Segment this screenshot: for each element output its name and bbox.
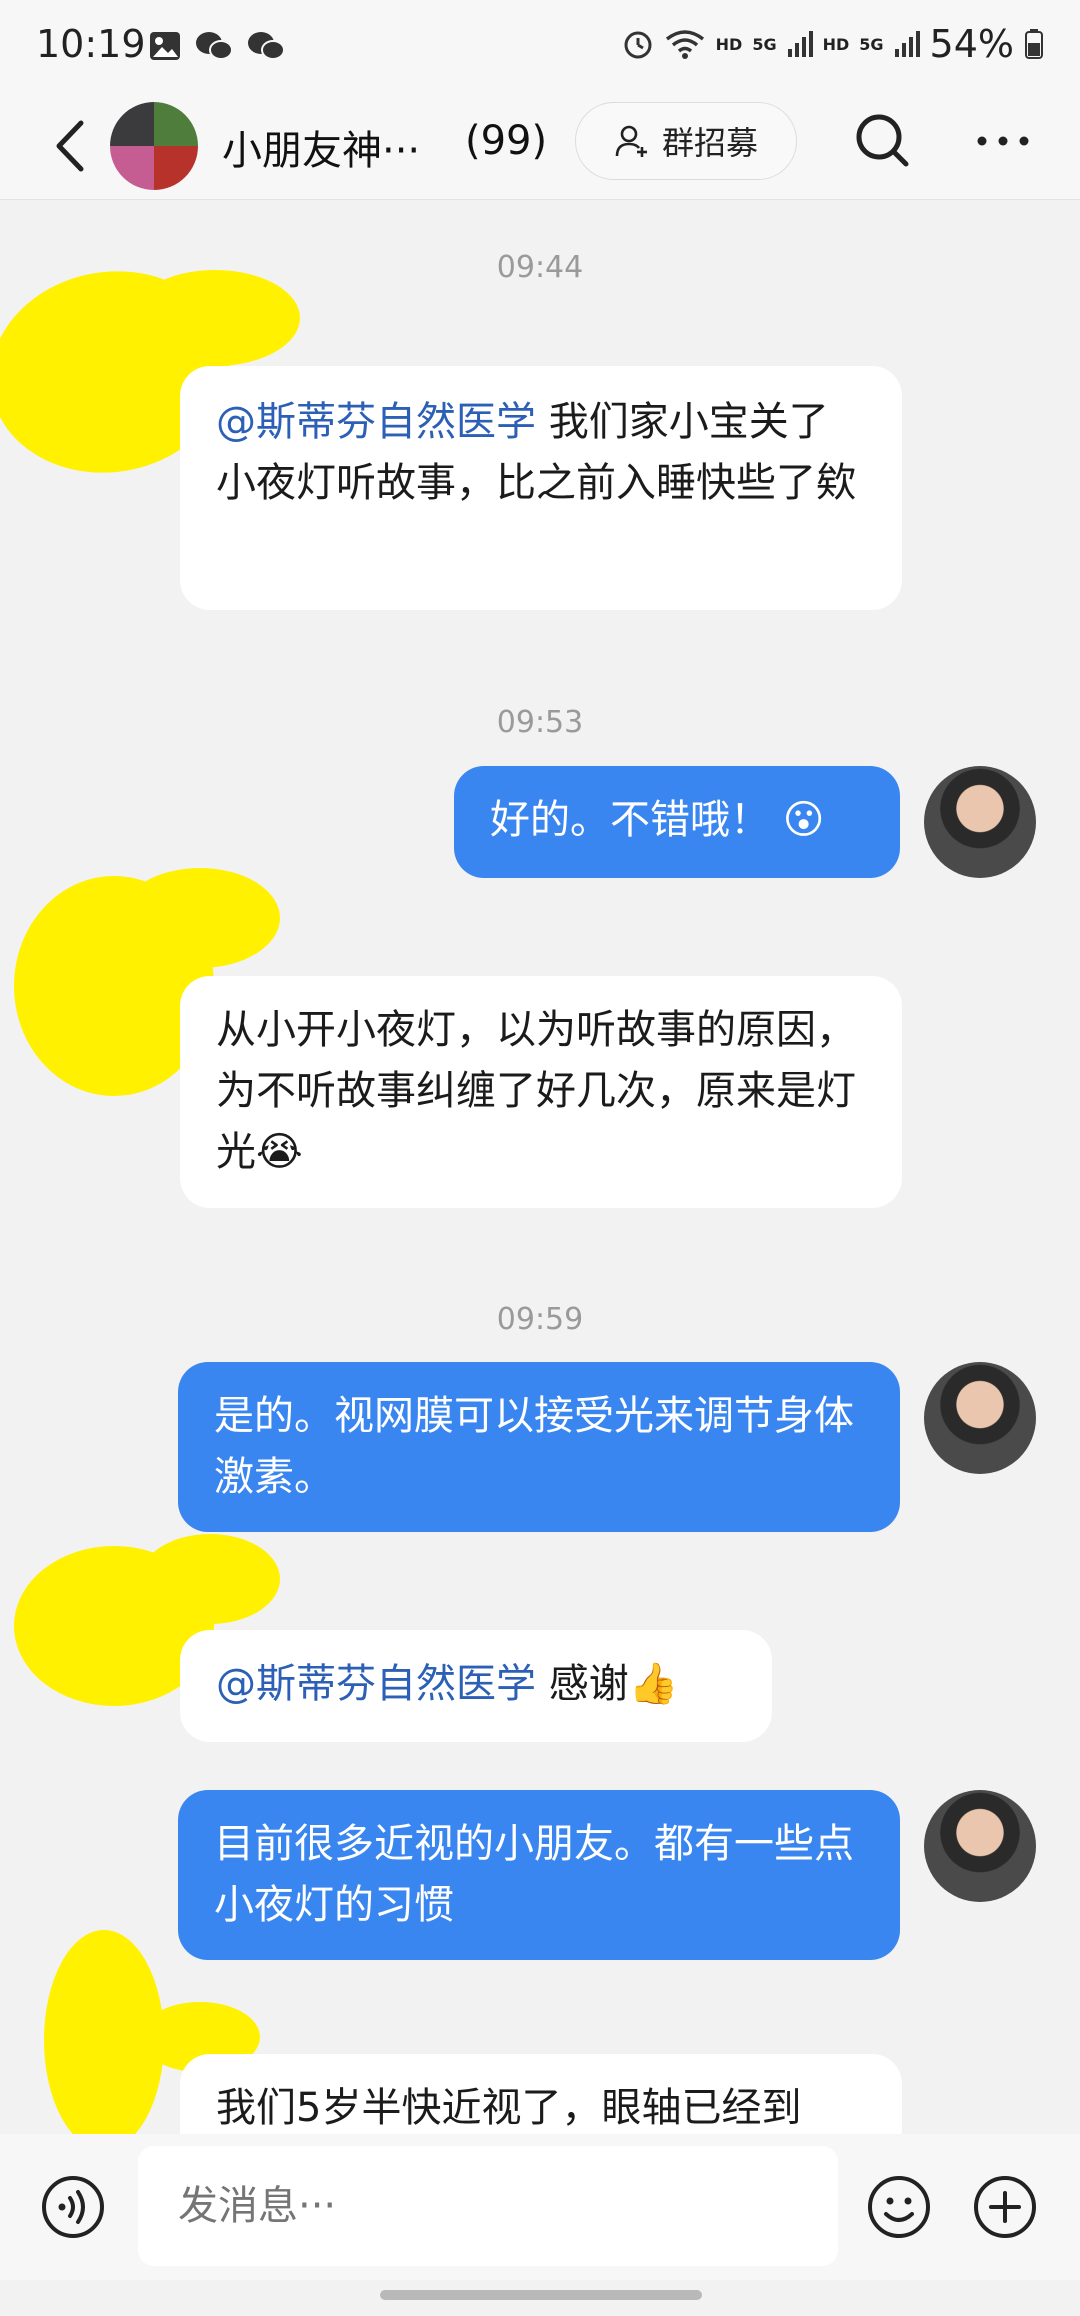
message-text: 从小开小夜灯，以为听故事的原因，为不听故事纠缠了好几次，原来是灯光 [216, 1007, 856, 1175]
gallery-icon [150, 32, 180, 60]
message-input[interactable] [138, 2146, 838, 2266]
outgoing-message-bubble[interactable]: 是的。视网膜可以接受光来调节身体激素。 [178, 1362, 900, 1532]
message-text: 目前很多近视的小朋友。都有一些点小夜灯的习惯 [214, 1821, 854, 1928]
redaction-mark [140, 1534, 280, 1624]
outgoing-message-bubble[interactable]: 目前很多近视的小朋友。都有一些点小夜灯的习惯 [178, 1790, 900, 1960]
chat-header: 小朋友神··· (99) 群招募 [0, 92, 1080, 200]
back-arrow-icon [56, 120, 84, 172]
crying-emoji-icon: 😭 [256, 1129, 303, 1175]
incoming-message-bubble[interactable]: 从小开小夜灯，以为听故事的原因，为不听故事纠缠了好几次，原来是灯光😭 [180, 976, 902, 1208]
more-actions-button[interactable] [972, 2174, 1038, 2240]
incoming-message-bubble[interactable]: 我们5岁半快近视了，眼轴已经到 [180, 2054, 902, 2134]
add-person-icon [615, 125, 647, 157]
group-recruit-button[interactable]: 群招募 [575, 102, 797, 180]
status-right: HD 5G HD 5G 54% [622, 22, 1044, 66]
search-button[interactable] [850, 108, 916, 174]
battery-percent: 54% [929, 22, 1014, 66]
avatar-tile [110, 102, 154, 146]
recruit-label: 群招募 [661, 124, 758, 162]
message-input-bar [0, 2134, 1080, 2280]
thumbs-up-icon: 👍 [628, 1661, 679, 1707]
incoming-message-bubble[interactable]: @斯蒂芬自然医学 感谢👍 [180, 1630, 772, 1742]
notification-icons [148, 30, 286, 62]
mention-tag[interactable]: @斯蒂芬自然医学 [216, 399, 536, 445]
avatar-tile [110, 146, 154, 190]
more-dots-icon [977, 136, 1029, 146]
signal-icon [787, 31, 813, 57]
signal-icon [894, 31, 920, 57]
network-type-label: HD [715, 34, 743, 54]
search-icon [856, 114, 909, 167]
avatar-tile [154, 102, 198, 146]
surprised-emoji-icon: 😮 [782, 797, 825, 843]
network-type-label: HD [822, 34, 850, 54]
wechat-icon [248, 32, 285, 60]
mention-tag[interactable]: @斯蒂芬自然医学 [216, 1661, 536, 1707]
message-text: 是的。视网膜可以接受光来调节身体激素。 [214, 1393, 854, 1500]
message-timestamp: 09:59 [496, 1302, 584, 1337]
message-text: 感谢 [548, 1661, 629, 1707]
wechat-icon [196, 32, 233, 60]
plus-icon [974, 2176, 1036, 2238]
back-button[interactable] [40, 112, 100, 180]
chat-title[interactable]: 小朋友神··· [222, 118, 420, 176]
user-avatar[interactable] [924, 1362, 1036, 1474]
signal-label: 5G [859, 34, 884, 54]
outgoing-message-bubble[interactable]: 好的。不错哦！ 😮 [454, 766, 900, 878]
status-bar: 10:19 HD 5G HD 5G 54% [0, 0, 1080, 92]
message-text: 好的。不错哦！ [490, 797, 770, 843]
battery-icon [1025, 29, 1043, 59]
wifi-icon [665, 30, 704, 59]
more-options-button[interactable] [970, 108, 1036, 174]
user-avatar[interactable] [924, 1790, 1036, 1902]
voice-input-button[interactable] [40, 2174, 106, 2240]
incoming-message-bubble[interactable]: @斯蒂芬自然医学 我们家小宝关了小夜灯听故事，比之前入睡快些了欸 [180, 366, 902, 610]
signal-label: 5G [752, 34, 777, 54]
redaction-mark [130, 270, 300, 366]
member-count[interactable]: (99) [465, 118, 547, 164]
emoji-icon [868, 2176, 930, 2238]
emoji-button[interactable] [866, 2174, 932, 2240]
voice-icon [42, 2176, 104, 2238]
message-timestamp: 09:53 [496, 705, 584, 740]
home-indicator[interactable] [380, 2290, 702, 2300]
message-text: 我们5岁半快近视了，眼轴已经到 [216, 2085, 802, 2131]
status-time: 10:19 [36, 22, 146, 66]
redaction-mark [120, 868, 280, 968]
group-avatar[interactable] [110, 102, 198, 190]
user-avatar[interactable] [924, 766, 1036, 878]
alarm-icon [624, 31, 652, 59]
avatar-tile [154, 146, 198, 190]
